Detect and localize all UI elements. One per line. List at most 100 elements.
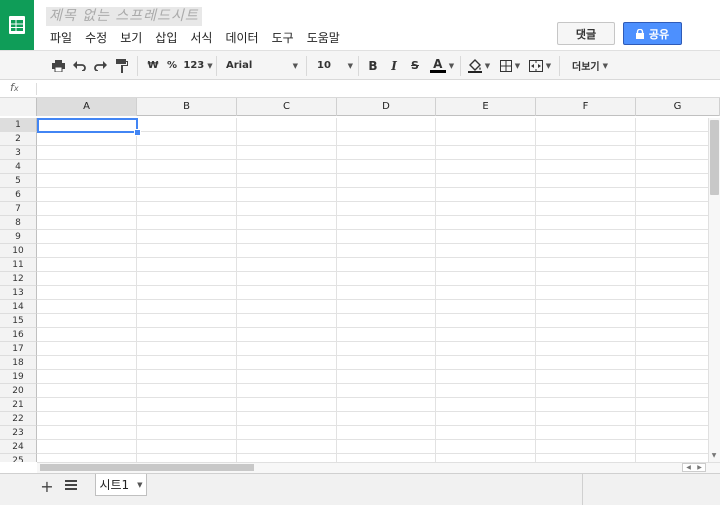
caret-down-icon[interactable]: ▼ (137, 481, 142, 489)
grid-cell[interactable] (237, 258, 337, 272)
grid-cell[interactable] (436, 230, 536, 244)
grid-cell[interactable] (237, 174, 337, 188)
grid-cell[interactable] (436, 174, 536, 188)
grid-cell[interactable] (337, 132, 436, 146)
grid-cell[interactable] (237, 440, 337, 454)
grid-cell[interactable] (37, 174, 137, 188)
grid-cell[interactable] (536, 370, 636, 384)
grid-cell[interactable] (536, 440, 636, 454)
grid-cell[interactable] (237, 244, 337, 258)
column-header[interactable]: C (237, 98, 337, 116)
row-header[interactable]: 12 (0, 272, 37, 286)
grid-cell[interactable] (137, 440, 237, 454)
row-header[interactable]: 11 (0, 258, 37, 272)
grid-cell[interactable] (337, 384, 436, 398)
grid-cell[interactable] (37, 258, 137, 272)
menu-item[interactable]: 수정 (85, 30, 107, 46)
row-header[interactable]: 8 (0, 216, 37, 230)
grid-cell[interactable] (137, 314, 237, 328)
sheet-list-icon[interactable] (65, 480, 79, 494)
grid-cell[interactable] (137, 174, 237, 188)
column-header[interactable]: G (636, 98, 720, 116)
sheets-logo-icon[interactable] (0, 0, 34, 50)
grid-cell[interactable] (37, 286, 137, 300)
grid-cell[interactable] (137, 146, 237, 160)
grid-cell[interactable] (37, 370, 137, 384)
grid-cell[interactable] (536, 244, 636, 258)
column-header[interactable]: D (337, 98, 436, 116)
row-header[interactable]: 6 (0, 188, 37, 202)
scroll-right-arrow-icon[interactable]: ▶ (697, 464, 702, 471)
formula-input[interactable] (40, 81, 700, 96)
grid-cell[interactable] (137, 188, 237, 202)
menu-item[interactable]: 파일 (50, 30, 72, 46)
grid-cell[interactable] (37, 454, 137, 462)
grid-cell[interactable] (536, 454, 636, 462)
grid-cell[interactable] (436, 216, 536, 230)
undo-icon[interactable] (71, 57, 87, 74)
row-header[interactable]: 13 (0, 286, 37, 300)
grid-cell[interactable] (536, 132, 636, 146)
row-header[interactable]: 2 (0, 132, 37, 146)
spreadsheet-grid[interactable]: ABCDEFG 1 2 3 4 5 6 7 8 9 10 11 12 13 14 15 16 17 18 19 20 2… (0, 98, 720, 462)
grid-cell[interactable] (37, 272, 137, 286)
grid-cell[interactable] (237, 398, 337, 412)
strikethrough-button[interactable]: S (408, 57, 422, 74)
row-header[interactable]: 7 (0, 202, 37, 216)
grid-cell[interactable] (137, 370, 237, 384)
grid-cell[interactable] (37, 314, 137, 328)
grid-cell[interactable] (536, 286, 636, 300)
grid-cell[interactable] (337, 342, 436, 356)
grid-cell[interactable] (137, 384, 237, 398)
grid-cell[interactable] (37, 426, 137, 440)
column-header[interactable]: B (137, 98, 237, 116)
grid-cell[interactable] (237, 118, 337, 132)
grid-cell[interactable] (337, 230, 436, 244)
grid-cell[interactable] (237, 230, 337, 244)
row-header[interactable]: 18 (0, 356, 37, 370)
grid-cell[interactable] (436, 314, 536, 328)
grid-cell[interactable] (237, 314, 337, 328)
row-header[interactable]: 9 (0, 230, 37, 244)
grid-cell[interactable] (237, 300, 337, 314)
grid-cell[interactable] (237, 370, 337, 384)
grid-cell[interactable] (337, 314, 436, 328)
grid-cell[interactable] (137, 342, 237, 356)
grid-cell[interactable] (536, 328, 636, 342)
grid-cell[interactable] (37, 342, 137, 356)
grid-cell[interactable] (237, 286, 337, 300)
grid-cell[interactable] (436, 370, 536, 384)
grid-cell[interactable] (37, 440, 137, 454)
grid-cell[interactable] (137, 300, 237, 314)
menu-item[interactable]: 서식 (190, 30, 212, 46)
row-header[interactable]: 14 (0, 300, 37, 314)
bold-button[interactable]: B (366, 57, 380, 74)
grid-cell[interactable] (237, 426, 337, 440)
grid-cell[interactable] (536, 174, 636, 188)
grid-cell[interactable] (237, 202, 337, 216)
grid-cell[interactable] (137, 230, 237, 244)
grid-cell[interactable] (536, 384, 636, 398)
grid-cell[interactable] (436, 426, 536, 440)
grid-cell[interactable] (536, 300, 636, 314)
grid-cell[interactable] (237, 356, 337, 370)
grid-cell[interactable] (237, 384, 337, 398)
grid-cell[interactable] (137, 202, 237, 216)
currency-format-button[interactable]: ₩ (145, 57, 161, 74)
grid-cell[interactable] (536, 342, 636, 356)
vertical-scrollbar-thumb[interactable] (710, 120, 719, 195)
grid-cell[interactable] (137, 328, 237, 342)
grid-cell[interactable] (337, 160, 436, 174)
grid-cell[interactable] (436, 412, 536, 426)
grid-cell[interactable] (37, 356, 137, 370)
grid-cell[interactable] (137, 398, 237, 412)
grid-cell[interactable] (337, 370, 436, 384)
grid-cell[interactable] (436, 454, 536, 462)
grid-cell[interactable] (37, 300, 137, 314)
column-header[interactable]: F (536, 98, 636, 116)
selected-cell[interactable] (37, 118, 138, 133)
grid-cell[interactable] (337, 440, 436, 454)
grid-cell[interactable] (337, 272, 436, 286)
paint-format-icon[interactable] (114, 57, 130, 74)
grid-cell[interactable] (237, 216, 337, 230)
